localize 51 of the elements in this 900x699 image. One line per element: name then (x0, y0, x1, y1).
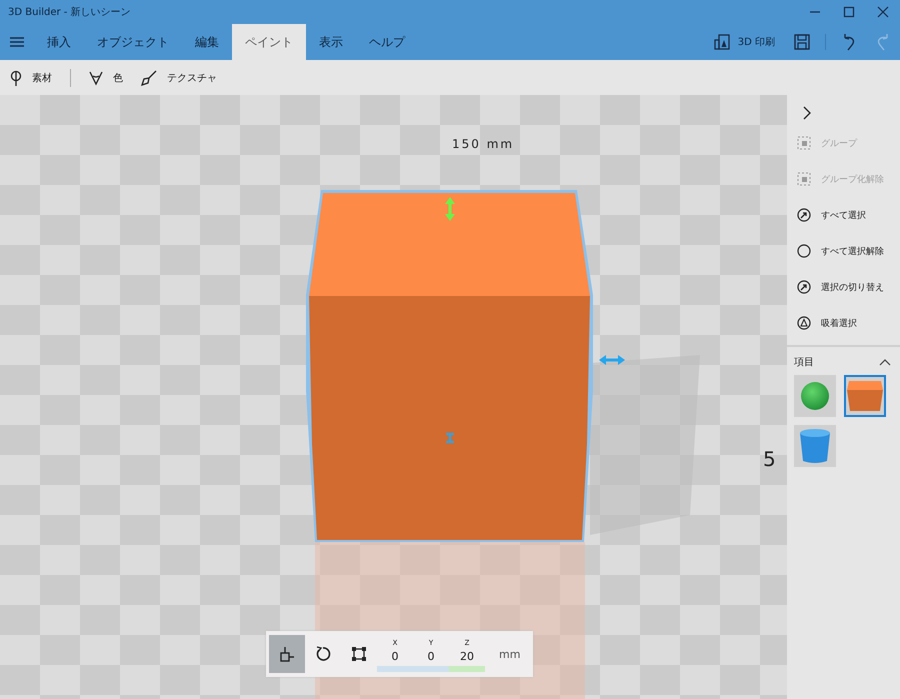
menu-icon[interactable] (10, 37, 24, 47)
width-handle-icon[interactable] (599, 355, 625, 365)
transform-tool-button[interactable] (269, 635, 305, 673)
window-title: 3D Builder - 新しいシーン (8, 6, 131, 19)
3d-print-button[interactable]: 3D 印刷 (704, 24, 785, 60)
object-thumbnail[interactable] (794, 375, 836, 417)
coordinate-field[interactable]: 0 (392, 646, 398, 666)
dimension-label: 5 (763, 447, 778, 471)
triangle-circle-icon (797, 316, 811, 330)
save-icon[interactable] (794, 34, 810, 50)
height-handle-icon[interactable] (445, 197, 455, 221)
toolbar-button[interactable]: 素材 (10, 70, 52, 86)
caret-icon[interactable] (879, 358, 891, 366)
dashed-square-icon (797, 172, 811, 186)
ribbon-tab[interactable]: オブジェクト (84, 24, 182, 60)
cylinder-icon (799, 428, 831, 464)
items-section-title: 項目 (794, 356, 814, 369)
coordinate-field[interactable]: 20 (460, 646, 474, 666)
move-icon (279, 646, 295, 662)
close-icon[interactable] (877, 6, 889, 18)
coordinate-field[interactable]: 0 (428, 646, 434, 666)
arrow-circle-icon (797, 208, 811, 222)
object-thumbnail[interactable] (844, 375, 886, 417)
selection-command[interactable]: 吸着選択 (787, 305, 900, 341)
dimension-label: 150 mm (452, 137, 514, 151)
ribbon-tab[interactable]: ペイント (232, 24, 306, 60)
circle-icon (797, 244, 811, 258)
arrow-circle-icon (797, 280, 811, 294)
selection-command[interactable]: すべて選択解除 (787, 233, 900, 269)
selection-command[interactable]: 選択の切り替え (787, 269, 900, 305)
ribbon-tab[interactable]: 編集 (182, 24, 232, 60)
depth-handle-icon[interactable] (446, 433, 454, 443)
paint-drop-icon (89, 70, 103, 86)
ribbon-tab[interactable]: 表示 (306, 24, 356, 60)
dashed-square-icon (797, 136, 811, 150)
selection-command[interactable]: すべて選択 (787, 197, 900, 233)
pin-icon (10, 70, 22, 86)
maximize-icon[interactable] (843, 6, 855, 18)
ribbon-tab[interactable]: 挿入 (34, 24, 84, 60)
sphere-icon (800, 381, 830, 411)
object-thumbnail[interactable] (794, 425, 836, 467)
toolbar-button[interactable]: テクスチャ (141, 70, 217, 86)
unit-label: mm (498, 648, 522, 660)
toolbar-button[interactable]: 色 (89, 70, 123, 86)
chevron-right-icon[interactable] (803, 106, 811, 120)
printer-icon (714, 34, 730, 50)
brush-icon (141, 70, 157, 86)
cube-icon (846, 380, 884, 412)
scale-icon (351, 646, 367, 662)
ribbon-tab[interactable]: ヘルプ (356, 24, 418, 60)
rotate-icon (315, 646, 331, 662)
